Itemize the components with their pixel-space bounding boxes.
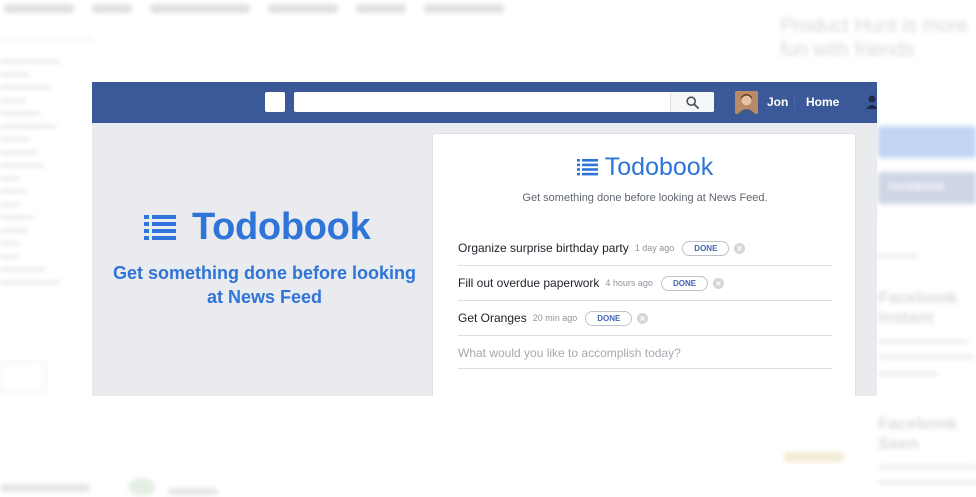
hero-title: Todobook xyxy=(192,206,371,248)
background-bottom-bar xyxy=(168,488,218,495)
todo-text: Get Oranges xyxy=(458,311,527,325)
friend-requests-icon[interactable] xyxy=(864,93,877,111)
card-logo: Todobook xyxy=(433,152,857,182)
home-link[interactable]: Home xyxy=(806,95,839,109)
todo-timestamp: 4 hours ago xyxy=(605,278,653,288)
card-title: Todobook xyxy=(604,153,714,181)
list-icon xyxy=(576,158,598,175)
background-bottom-bar xyxy=(0,484,90,492)
new-todo-input[interactable] xyxy=(458,337,832,369)
hero-tagline: Get something done before looking at New… xyxy=(112,263,416,307)
background-right-title: Product Hunt is more fun with friends xyxy=(780,15,968,61)
profile-link[interactable]: Jon xyxy=(767,95,788,109)
background-top-nav xyxy=(0,0,560,16)
remove-icon[interactable] xyxy=(734,242,746,254)
remove-icon[interactable] xyxy=(713,277,725,289)
done-button[interactable]: DONE xyxy=(585,310,633,326)
nav-divider xyxy=(794,94,795,111)
search-button[interactable] xyxy=(670,92,714,112)
background-box xyxy=(0,362,46,392)
remove-icon[interactable] xyxy=(637,312,649,324)
avatar-image xyxy=(735,91,758,114)
list-item: Fill out overdue paperwork 4 hours ago D… xyxy=(458,266,832,301)
avatar[interactable] xyxy=(735,91,758,114)
background-right-heading: Facebook Seen xyxy=(878,414,958,453)
search-input[interactable] xyxy=(294,92,714,112)
todo-card: Todobook Get something done before looki… xyxy=(432,133,856,396)
todobook-screenshot: Jon Home Todobook Get something done bef… xyxy=(92,82,877,396)
hero-panel: Todobook Get something done before looki… xyxy=(92,123,432,396)
todo-timestamp: 20 min ago xyxy=(532,313,578,323)
search-icon xyxy=(686,95,699,109)
background-sidebar-list xyxy=(0,60,80,294)
hero-logo: Todobook xyxy=(144,205,371,249)
todo-list: Organize surprise birthday party 1 day a… xyxy=(458,231,832,369)
facebook-logo-icon[interactable] xyxy=(265,92,285,112)
list-icon xyxy=(144,215,176,240)
facebook-top-bar: Jon Home xyxy=(92,82,877,123)
done-button[interactable]: DONE xyxy=(660,275,709,291)
todo-timestamp: 1 day ago xyxy=(634,243,675,253)
background-facebook-button: FACEBOOK xyxy=(878,172,976,204)
list-item: Get Oranges 20 min ago DONE xyxy=(458,301,832,336)
todo-text: Organize surprise birthday party xyxy=(458,241,629,255)
background-divider xyxy=(0,38,92,40)
done-button[interactable]: DONE xyxy=(682,240,730,256)
todo-text: Fill out overdue paperwork xyxy=(458,276,600,290)
background-avatar xyxy=(128,478,156,496)
background-right-heading: Facebook Instant xyxy=(878,288,958,327)
card-subtitle: Get something done before looking at New… xyxy=(522,192,768,204)
background-twitter-button xyxy=(878,126,976,158)
list-item: Organize surprise birthday party 1 day a… xyxy=(458,231,832,266)
background-badge xyxy=(784,452,844,462)
